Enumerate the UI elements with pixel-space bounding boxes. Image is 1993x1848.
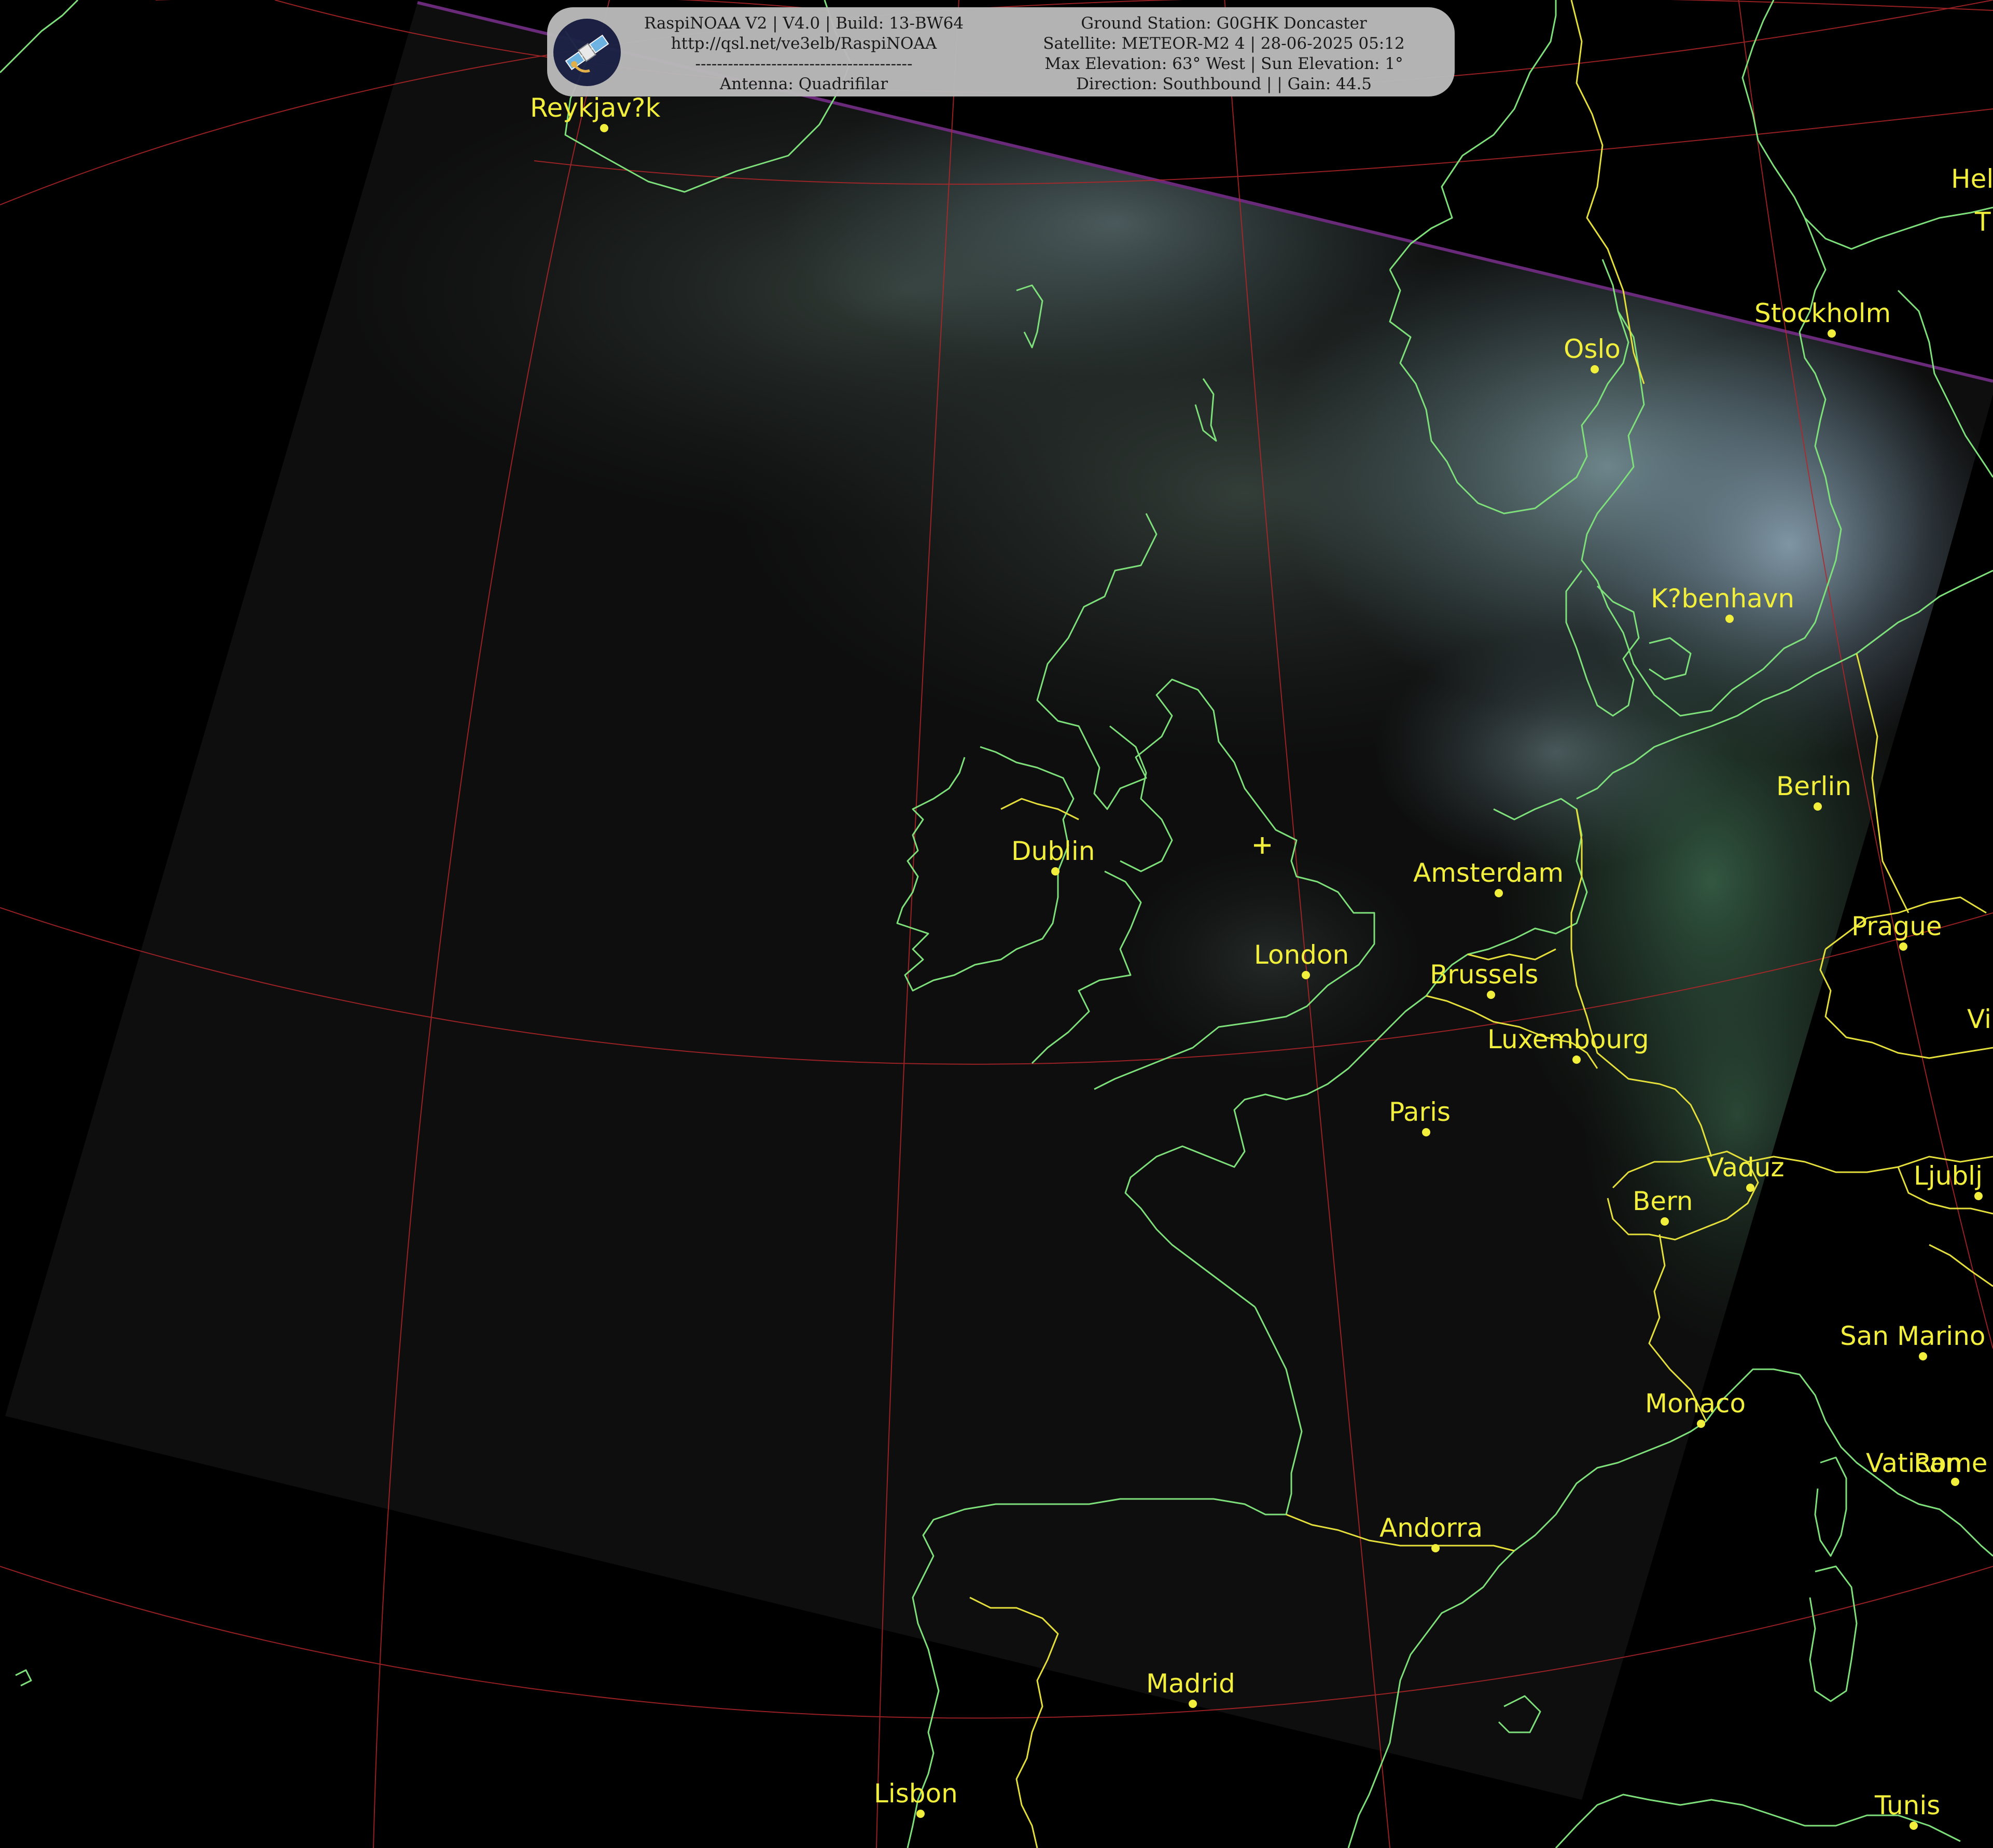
coast-corsica (1814, 1456, 1847, 1557)
city-tallinn[interactable]: T (1974, 207, 1991, 237)
city-label: Bern (1633, 1186, 1693, 1216)
city-label: Luxembourg (1487, 1024, 1649, 1054)
city-label: Madrid (1146, 1669, 1235, 1699)
banner-project-url[interactable]: http://qsl.net/ve3elb/RaspiNOAA (625, 34, 983, 54)
satellite-icon (553, 19, 621, 86)
city-san-marino[interactable]: San Marino (1840, 1321, 1985, 1360)
banner-software-version: RaspiNOAA V2 | V4.0 | Build: 13-BW64 (644, 14, 964, 33)
city-rome[interactable]: Rome (1914, 1448, 1988, 1486)
city-label: Andorra (1379, 1513, 1483, 1543)
city-label: Amsterdam (1413, 858, 1564, 888)
banner-pass-info: Ground Station: G0GHK Doncaster Satellit… (1004, 13, 1444, 94)
city-label: Ljublj (1914, 1161, 1983, 1191)
city-label: K?benhavn (1651, 583, 1794, 614)
banner-direction-gain: Direction: Southbound | | Gain: 44.5 (1076, 75, 1372, 93)
banner-software-info: RaspiNOAA V2 | V4.0 | Build: 13-BW64 htt… (625, 13, 983, 94)
city-label: Brussels (1430, 960, 1538, 990)
city-label: Berlin (1776, 771, 1851, 801)
city-label: Tunis (1874, 1790, 1940, 1821)
city-label: Monaco (1645, 1388, 1746, 1419)
city-label: Vaduz (1706, 1152, 1785, 1183)
city-label: London (1254, 940, 1349, 970)
satellite-map: Reykjav?k Oslo Stockholm Hel T K?benhavn… (0, 0, 1993, 1848)
city-vienna[interactable]: Vi (1967, 1004, 1991, 1034)
city-prague[interactable]: Prague (1851, 911, 1942, 951)
coast-sardinia (1809, 1565, 1858, 1702)
city-label: Stockholm (1754, 298, 1891, 328)
banner-ground-station: Ground Station: G0GHK Doncaster (1081, 14, 1367, 33)
city-label: Vi (1967, 1004, 1991, 1034)
pass-info-banner: RaspiNOAA V2 | V4.0 | Build: 13-BW64 htt… (547, 7, 1455, 96)
coast-greenland (0, 0, 79, 74)
city-tunis[interactable]: Tunis (1874, 1790, 1940, 1830)
coast-madeira (15, 1669, 32, 1687)
city-label: San Marino (1840, 1321, 1985, 1351)
city-label: Rome (1914, 1448, 1988, 1478)
city-label: Reykjav?k (530, 93, 660, 123)
city-label: Dublin (1011, 836, 1095, 866)
city-ljubljana[interactable]: Ljublj (1914, 1161, 1983, 1200)
banner-antenna: Antenna: Quadrifilar (719, 75, 888, 93)
imagery-swath (5, 1, 1993, 1800)
banner-elevation: Max Elevation: 63° West | Sun Elevation:… (1044, 54, 1403, 73)
city-label: T (1974, 207, 1991, 237)
banner-satellite: Satellite: METEOR-M2 4 | 28-06-2025 05:1… (1043, 34, 1405, 53)
city-label: Oslo (1564, 334, 1621, 364)
city-label: Hel (1951, 164, 1993, 194)
banner-separator: ---------------------------------------- (695, 54, 913, 73)
city-label: Prague (1851, 911, 1942, 941)
city-label: Paris (1389, 1097, 1451, 1127)
border-balkans (1929, 1244, 1993, 1287)
city-helsinki[interactable]: Hel (1951, 164, 1993, 194)
coast-finland-gulf (1804, 206, 1993, 250)
city-label: Lisbon (874, 1778, 958, 1809)
